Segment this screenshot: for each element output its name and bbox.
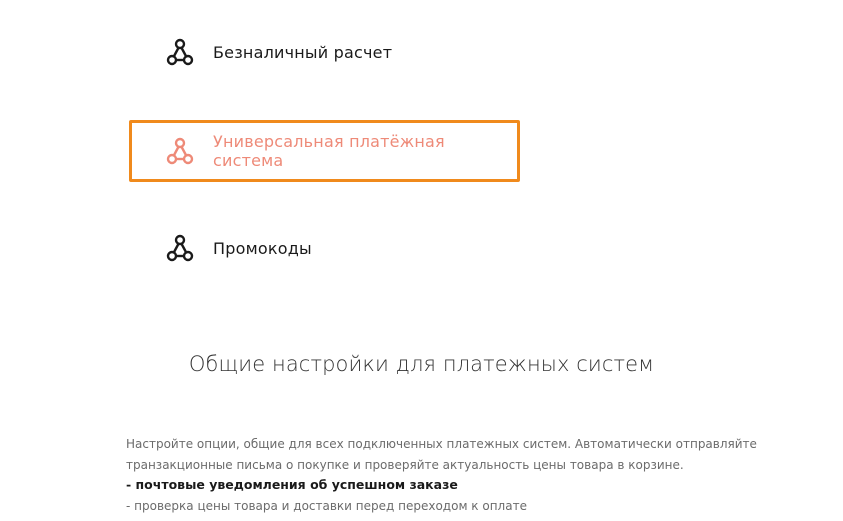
menu-item-label: Промокоды (213, 238, 312, 258)
menu-item-promocodes[interactable]: Промокоды (129, 217, 520, 279)
share-icon (164, 36, 196, 68)
share-icon (164, 135, 196, 167)
section-title: Общие настройки для платежных систем (188, 352, 655, 376)
feature-price-check: - проверка цены товара и доставки перед … (126, 498, 527, 513)
menu-item-cashless-payment[interactable]: Безналичный расчет (129, 21, 520, 83)
share-icon (164, 232, 196, 264)
menu-item-universal-payment-system[interactable]: Универсальная платёжная система (129, 120, 520, 182)
section-description: Настройте опции, общие для всех подключе… (126, 434, 757, 516)
feature-email-notifications: - почтовые уведомления об успешном заказ… (126, 477, 458, 492)
menu-item-label: Универсальная платёжная система (213, 132, 445, 170)
menu-item-label: Безналичный расчет (213, 42, 393, 62)
description-line: Настройте опции, общие для всех подключе… (126, 437, 757, 451)
description-line: транзакционные письма о покупке и провер… (126, 457, 684, 472)
